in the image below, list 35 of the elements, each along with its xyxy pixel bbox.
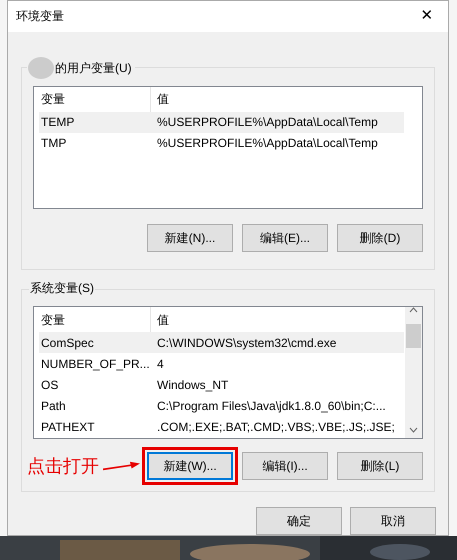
variable-value: .COM;.EXE;.BAT;.CMD;.VBS;.VBE;.JS;.JSE;	[156, 418, 395, 436]
variable-name: ComSpec	[40, 334, 95, 352]
variable-name: NUMBER_OF_PR...	[40, 356, 151, 373]
list-row[interactable]: TEMP %USERPROFILE%\AppData\Local\Temp	[39, 112, 404, 133]
list-row[interactable]: ComSpec C:\WINDOWS\system32\cmd.exe	[39, 332, 404, 354]
variable-value: %USERPROFILE%\AppData\Local\Temp	[156, 114, 378, 132]
dialog-button[interactable]: 新建(W)...	[147, 452, 233, 480]
window-title: 环境变量	[16, 8, 64, 26]
variable-value: C:\Program Files\Java\jdk1.8.0_60\bin;C:...	[156, 398, 386, 415]
variable-name: PATHEXT	[40, 418, 96, 436]
group-label: 的用户变量(U)	[55, 60, 132, 77]
annotation-arrow	[103, 460, 140, 472]
dialog-button[interactable]: 编辑(I)...	[242, 452, 328, 480]
scrollbar[interactable]	[405, 307, 422, 438]
annotation-text: 点击打开	[27, 454, 99, 478]
variable-value: %USERPROFILE%\AppData\Local\Temp	[156, 135, 378, 152]
dialog-button[interactable]: 新建(N)...	[147, 224, 233, 252]
variable-value: C:\WINDOWS\system32\cmd.exe	[156, 334, 336, 352]
dialog-button[interactable]: 取消	[350, 507, 436, 535]
variable-name: Path	[40, 398, 67, 415]
variable-name: TMP	[40, 135, 68, 152]
column-header[interactable]: 值	[151, 307, 169, 332]
variable-value: 4	[156, 356, 164, 373]
blurred-username-icon	[27, 56, 55, 79]
column-header[interactable]: 值	[151, 86, 169, 112]
group-label: 系统变量(S)	[29, 279, 95, 298]
variable-name: OS	[40, 376, 60, 394]
scroll-thumb[interactable]	[406, 324, 421, 348]
dialog-button[interactable]: 编辑(E)...	[242, 224, 328, 252]
dialog-button[interactable]: 删除(L)	[337, 452, 423, 480]
variable-value: Windows_NT	[156, 376, 228, 394]
dialog-button[interactable]: 确定	[256, 507, 342, 535]
close-button[interactable]: ✕	[412, 2, 442, 30]
dialog-button[interactable]: 删除(D)	[337, 224, 423, 252]
variable-name: TEMP	[40, 114, 76, 132]
